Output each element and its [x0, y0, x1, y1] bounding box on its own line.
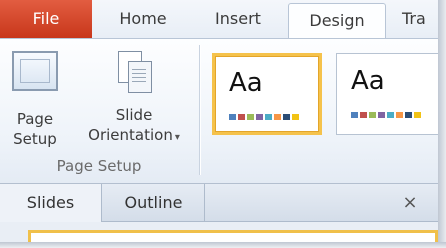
color-swatch [283, 114, 290, 120]
tab-insert[interactable]: Insert [196, 0, 280, 38]
color-swatch [247, 114, 254, 120]
color-swatch [387, 112, 394, 118]
color-swatch [351, 112, 358, 118]
tab-file[interactable]: File [0, 0, 92, 38]
page-setup-icon [12, 51, 58, 91]
color-swatch [274, 114, 281, 120]
close-icon[interactable]: × [398, 184, 422, 222]
theme-color-swatches [351, 112, 421, 118]
color-swatch [229, 114, 236, 120]
tab-slides[interactable]: Slides [0, 184, 102, 222]
slide-orientation-label-2: Orientation ▾ [88, 126, 180, 144]
slide-orientation-label-1: Slide [115, 106, 153, 124]
color-swatch [369, 112, 376, 118]
theme-thumbnail[interactable]: Aa [336, 53, 438, 135]
slide-orientation-icon [114, 47, 154, 93]
theme-color-swatches [229, 114, 299, 120]
tab-transitions[interactable]: Tra [394, 0, 438, 38]
window-shadow [0, 242, 446, 248]
page-setup-group-label: Page Setup [56, 157, 142, 175]
powerpoint-window: File Home Insert Design Tra Page Setup S… [0, 0, 438, 242]
color-swatch [238, 114, 245, 120]
color-swatch [292, 114, 299, 120]
tab-design[interactable]: Design [288, 3, 386, 41]
page-setup-label-2: Setup [13, 130, 57, 148]
ribbon-tab-bar: File Home Insert Design Tra [0, 0, 438, 41]
color-swatch [265, 114, 272, 120]
tab-home[interactable]: Home [98, 0, 188, 38]
ribbon-design: Page Setup Slide Orientation ▾ Page Setup… [0, 38, 438, 184]
chevron-down-icon: ▾ [174, 132, 180, 143]
color-swatch [414, 112, 421, 118]
theme-sample-text: Aa [229, 68, 263, 98]
color-swatch [360, 112, 367, 118]
color-swatch [256, 114, 263, 120]
slides-pane-header: Slides Outline × [0, 184, 438, 222]
window-shadow [438, 0, 446, 248]
slide-orientation-button[interactable]: Slide Orientation ▾ [76, 47, 192, 148]
page-setup-label-1: Page [16, 110, 54, 128]
page-setup-button[interactable]: Page Setup [8, 47, 62, 149]
color-swatch [396, 112, 403, 118]
slide-thumbnail[interactable] [28, 230, 438, 242]
color-swatch [378, 112, 385, 118]
theme-thumbnail-office[interactable]: Aa [212, 53, 322, 135]
theme-sample-text: Aa [351, 66, 385, 96]
group-divider [199, 45, 200, 175]
color-swatch [405, 112, 412, 118]
page-setup-group: Page Setup Slide Orientation ▾ Page Setup [0, 39, 198, 183]
tab-outline[interactable]: Outline [103, 184, 205, 222]
